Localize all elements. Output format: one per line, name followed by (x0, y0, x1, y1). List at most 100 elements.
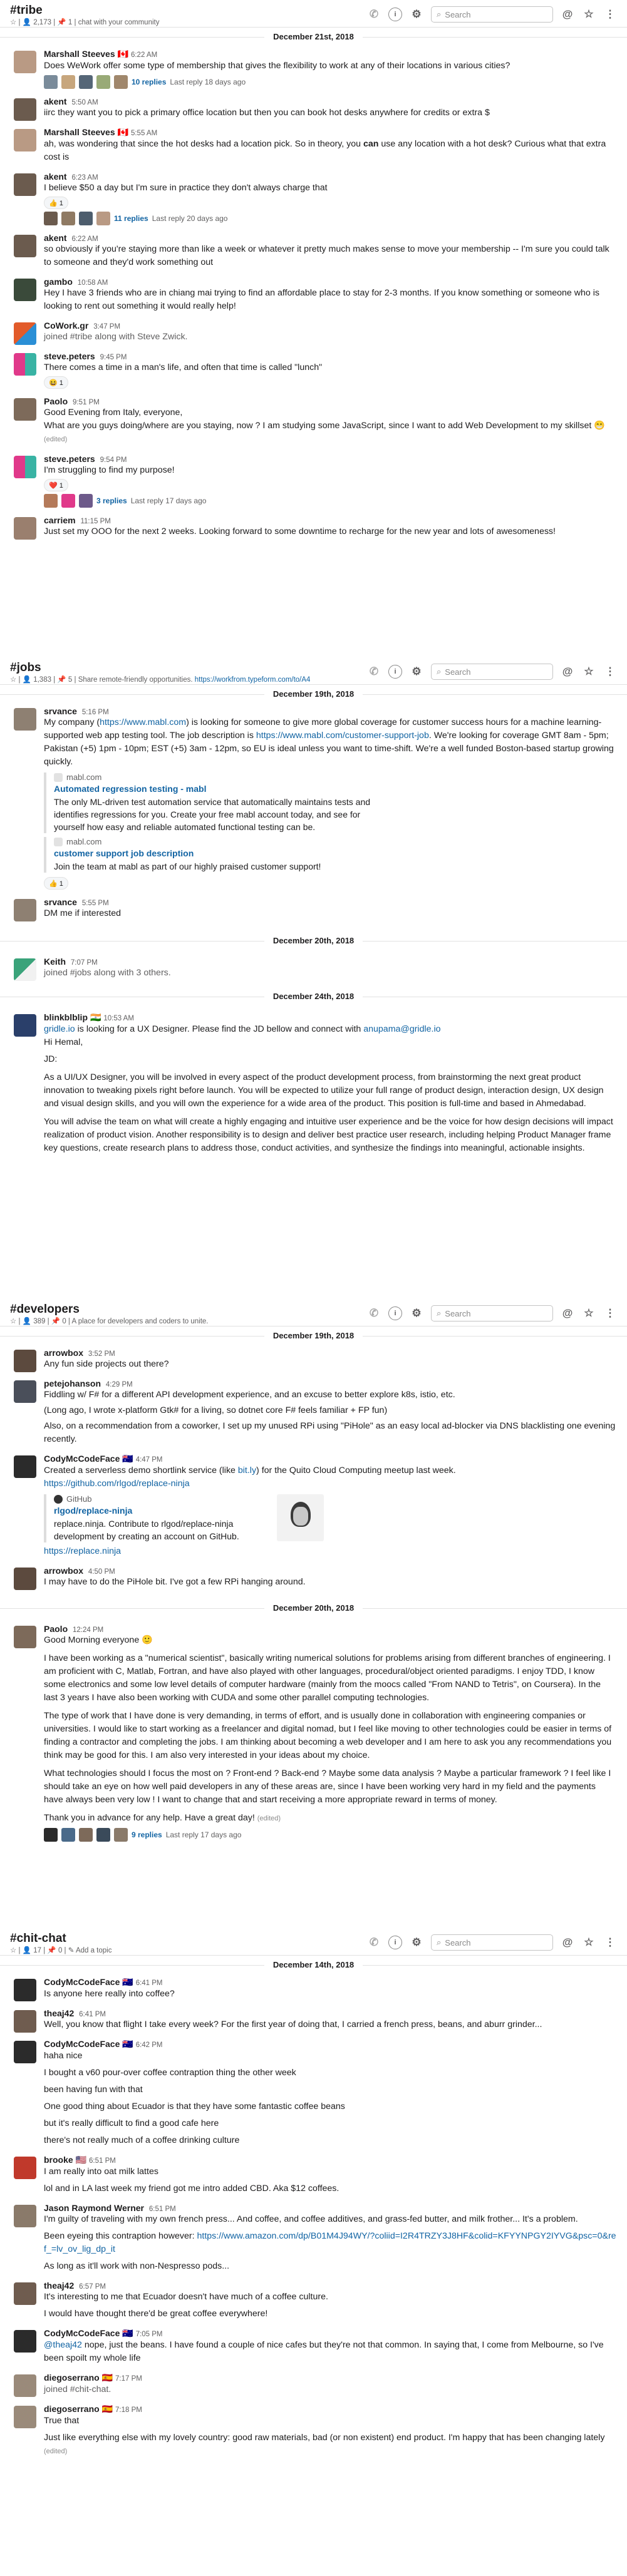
message[interactable]: arrowbox 4:50 PM I may have to do the Pi… (0, 1564, 627, 1590)
reaction-pill[interactable]: 😆 1 (44, 376, 68, 389)
topic-link[interactable]: https://workfrom.typeform.com/to/A4 (195, 676, 311, 684)
message[interactable]: CodyMcCodeFace 🇦🇺 4:47 PM Created a serve… (0, 1452, 627, 1559)
message[interactable]: Marshall Steeves 🇨🇦 5:55 AM ah, was wonde… (0, 126, 627, 165)
more-icon[interactable]: ⋮ (603, 665, 617, 679)
avatar[interactable] (14, 2010, 36, 2033)
mentions-icon[interactable]: @ (561, 665, 574, 679)
call-icon[interactable]: ✆ (367, 1936, 381, 1949)
preview-title[interactable]: Automated regression testing - mabl (54, 784, 617, 794)
timestamp[interactable]: 4:29 PM (106, 1381, 133, 1388)
thread-summary[interactable]: 3 replies Last reply 17 days ago (44, 494, 617, 508)
message[interactable]: theaj42 6:57 PM It's interesting to me t… (0, 2279, 627, 2322)
author[interactable]: srvance (44, 706, 77, 716)
avatar[interactable] (14, 398, 36, 421)
link-preview[interactable]: mabl.com customer support job descriptio… (44, 837, 617, 873)
author[interactable]: Jason Raymond Werner (44, 2203, 144, 2213)
timestamp[interactable]: 6:22 AM (131, 51, 157, 59)
mentions-icon[interactable]: @ (561, 1306, 574, 1320)
timestamp[interactable]: 6:23 AM (71, 174, 98, 182)
avatar[interactable] (14, 2041, 36, 2063)
author[interactable]: arrowbox (44, 1566, 83, 1576)
timestamp[interactable]: 12:24 PM (73, 1626, 103, 1634)
avatar[interactable] (14, 899, 36, 921)
avatar[interactable] (14, 173, 36, 196)
timestamp[interactable]: 3:47 PM (93, 323, 120, 331)
timestamp[interactable]: 5:50 AM (71, 99, 98, 106)
author[interactable]: Marshall Steeves (44, 49, 115, 59)
info-icon[interactable]: i (388, 8, 402, 21)
avatar[interactable] (14, 1979, 36, 2001)
call-icon[interactable]: ✆ (367, 1306, 381, 1320)
author[interactable]: arrowbox (44, 1348, 83, 1358)
link-preview[interactable]: GitHub rlgod/replace-ninja replace.ninja… (44, 1494, 617, 1542)
timestamp[interactable]: 9:51 PM (73, 399, 100, 406)
message[interactable]: Jason Raymond Werner 6:51 PM I'm guilty … (0, 2202, 627, 2274)
search-input[interactable]: ⌕ Search (431, 1305, 553, 1321)
reaction-pill[interactable]: 👍 1 (44, 877, 68, 890)
mentions-icon[interactable]: @ (561, 8, 574, 21)
message[interactable]: srvance 5:55 PM DM me if interested (0, 896, 627, 921)
info-icon[interactable]: i (388, 1936, 402, 1949)
avatar[interactable] (14, 2282, 36, 2305)
author[interactable]: blinkblblip (44, 1012, 88, 1022)
channel-name[interactable]: #jobs (10, 661, 41, 675)
author[interactable]: akent (44, 96, 67, 106)
timestamp[interactable]: 4:47 PM (136, 1456, 163, 1464)
preview-thumbnail[interactable] (277, 1494, 324, 1541)
timestamp[interactable]: 11:15 PM (80, 518, 110, 525)
author[interactable]: steve.peters (44, 454, 95, 464)
gear-icon[interactable]: ⚙ (410, 665, 423, 679)
timestamp[interactable]: 6:51 PM (149, 2205, 176, 2213)
member-count[interactable]: 389 (33, 1318, 45, 1325)
avatar[interactable] (14, 279, 36, 301)
message[interactable]: srvance 5:16 PM My company (https://www.… (0, 705, 627, 891)
message[interactable]: blinkblblip 🇮🇳 10:53 AM gridle.io is look… (0, 1011, 627, 1156)
timestamp[interactable]: 7:17 PM (115, 2375, 142, 2383)
timestamp[interactable]: 4:50 PM (88, 1568, 115, 1576)
timestamp[interactable]: 6:41 PM (79, 2011, 106, 2018)
message[interactable]: akent 5:50 AM iirc they want you to pick… (0, 95, 627, 121)
link[interactable]: gridle.io (44, 1024, 75, 1034)
avatar[interactable] (14, 51, 36, 73)
avatar[interactable] (14, 322, 36, 345)
channel-name[interactable]: #chit-chat (10, 1932, 66, 1946)
author[interactable]: Paolo (44, 1624, 68, 1634)
thread-summary[interactable]: 10 replies Last reply 18 days ago (44, 75, 617, 89)
avatar[interactable] (14, 1626, 36, 1648)
message[interactable]: Marshall Steeves 🇨🇦 6:22 AM Does WeWork o… (0, 48, 627, 90)
message[interactable]: CoWork.gr 3:47 PM joined #tribe along wi… (0, 319, 627, 345)
author[interactable]: diegoserrano (44, 2373, 100, 2383)
timestamp[interactable]: 7:18 PM (115, 2406, 142, 2414)
timestamp[interactable]: 9:45 PM (100, 354, 127, 361)
preview-title[interactable]: customer support job description (54, 848, 617, 858)
link-preview[interactable]: mabl.com Automated regression testing - … (44, 772, 617, 833)
more-icon[interactable]: ⋮ (603, 1936, 617, 1949)
timestamp[interactable]: 3:52 PM (88, 1350, 115, 1358)
more-icon[interactable]: ⋮ (603, 1306, 617, 1320)
author[interactable]: petejohanson (44, 1378, 101, 1388)
message[interactable]: theaj42 6:41 PM Well, you know that flig… (0, 2007, 627, 2033)
more-icon[interactable]: ⋮ (603, 8, 617, 21)
reply-count[interactable]: 11 replies (114, 214, 148, 223)
timestamp[interactable]: 9:54 PM (100, 456, 127, 464)
user-mention[interactable]: @theaj42 (44, 2340, 82, 2350)
gear-icon[interactable]: ⚙ (410, 1306, 423, 1320)
thread-summary[interactable]: 9 replies Last reply 17 days ago (44, 1828, 617, 1842)
message[interactable]: Paolo 12:24 PM Good Morning everyone 🙂 I… (0, 1623, 627, 1843)
avatar[interactable] (14, 235, 36, 257)
call-icon[interactable]: ✆ (367, 8, 381, 21)
author[interactable]: carriem (44, 515, 76, 525)
avatar[interactable] (14, 2406, 36, 2428)
avatar[interactable] (14, 98, 36, 121)
author[interactable]: Keith (44, 957, 66, 967)
gear-icon[interactable]: ⚙ (410, 8, 423, 21)
avatar[interactable] (14, 1350, 36, 1372)
link[interactable]: https://github.com/rlgod/replace-ninja (44, 1479, 190, 1489)
channel-name[interactable]: #developers (10, 1303, 80, 1316)
avatar[interactable] (14, 353, 36, 376)
reply-count[interactable]: 10 replies (132, 78, 166, 86)
timestamp[interactable]: 10:58 AM (78, 279, 108, 287)
author[interactable]: akent (44, 233, 67, 243)
mentions-icon[interactable]: @ (561, 1936, 574, 1949)
message[interactable]: carriem 11:15 PM Just set my OOO for the… (0, 514, 627, 540)
